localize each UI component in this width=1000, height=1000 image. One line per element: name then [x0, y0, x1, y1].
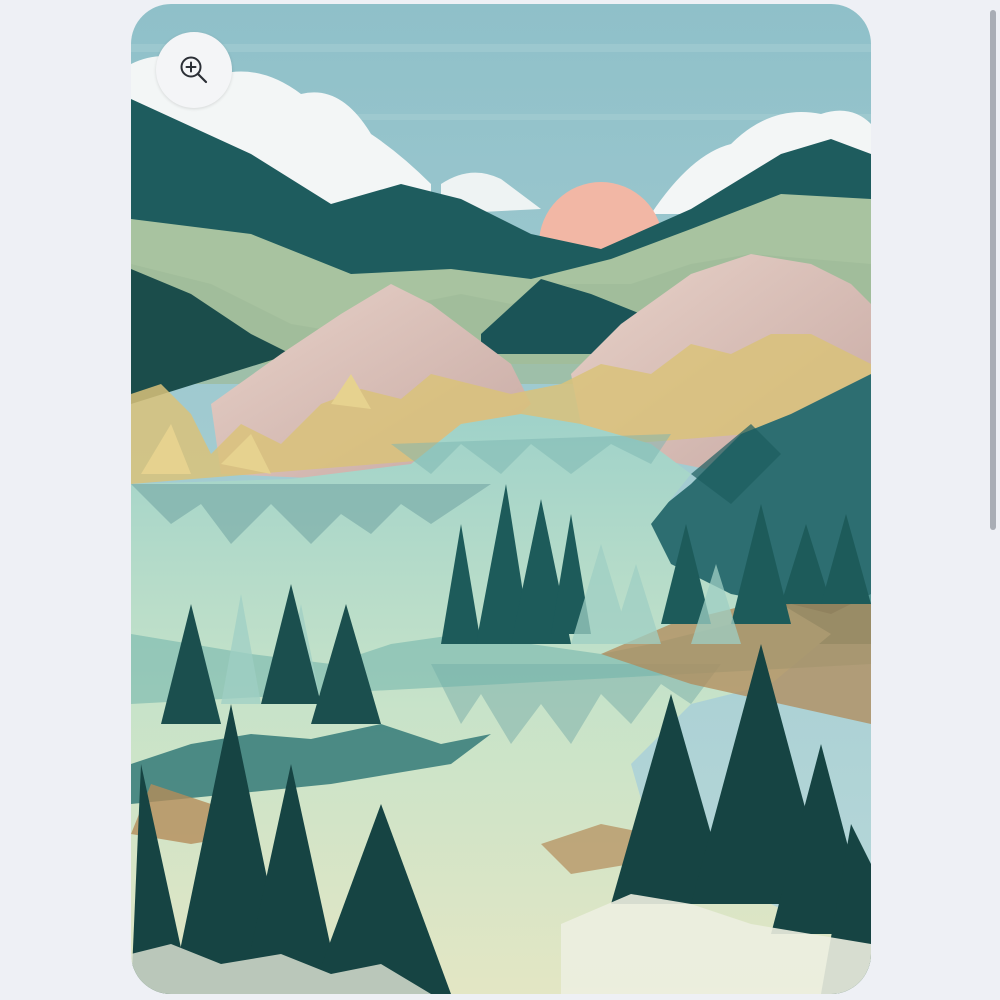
zoom-in-icon — [180, 56, 208, 84]
landscape-artwork — [131, 4, 871, 994]
product-image-card[interactable] — [131, 4, 871, 994]
zoom-in-button[interactable] — [156, 32, 232, 108]
scrollbar-thumb[interactable] — [990, 10, 996, 530]
scrollbar-track[interactable] — [986, 0, 1000, 1000]
